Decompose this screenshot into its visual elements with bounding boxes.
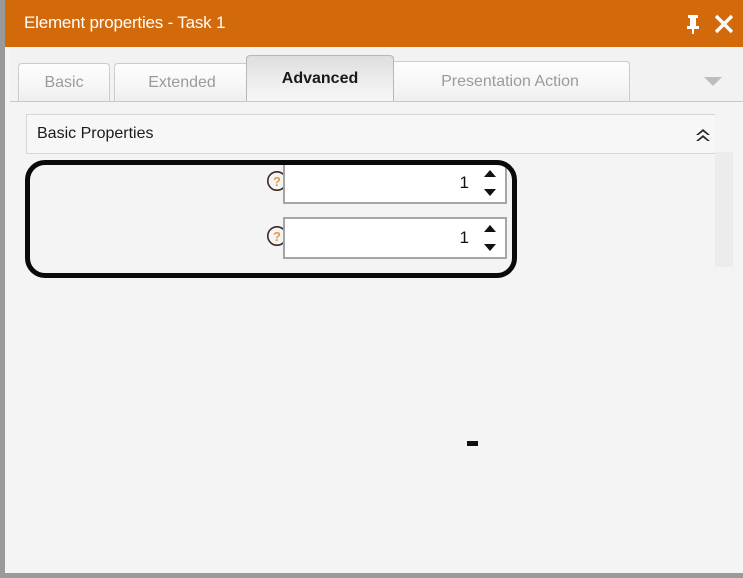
triangle-up-icon[interactable]: [479, 221, 501, 237]
completion-quantity-stepper[interactable]: 1: [283, 217, 507, 259]
window-title: Element properties - Task 1: [24, 13, 226, 32]
tab-presentation-action[interactable]: Presentation Action: [390, 61, 630, 101]
start-quantity-stepper[interactable]: 1: [283, 162, 507, 204]
double-chevron-up-icon[interactable]: [693, 126, 713, 144]
tab-extended-label: Extended: [148, 73, 216, 91]
triangle-up-icon[interactable]: [479, 166, 501, 182]
element-properties-window: Element properties - Task 1 Basic Extend…: [0, 0, 743, 578]
tab-basic-label: Basic: [44, 73, 84, 91]
vertical-scrollbar-track[interactable]: [715, 102, 733, 573]
pin-icon[interactable]: [681, 12, 705, 36]
tab-advanced-label: Advanced: [281, 69, 359, 87]
start-quantity-value[interactable]: 1: [291, 173, 469, 193]
tab-basic[interactable]: Basic: [18, 63, 110, 101]
completion-quantity-value[interactable]: 1: [291, 228, 469, 248]
completion-quantity-spin-buttons: [479, 221, 501, 255]
section-title: Basic Properties: [37, 125, 154, 142]
start-quantity-spin-buttons: [479, 166, 501, 200]
triangle-down-icon[interactable]: [479, 184, 501, 200]
triangle-down-icon[interactable]: [479, 239, 501, 255]
window-titlebar: Element properties - Task 1: [5, 0, 743, 47]
tab-presentation-action-label: Presentation Action: [441, 72, 579, 90]
tab-strip: Basic Extended Advanced Presentation Act…: [10, 47, 743, 102]
close-icon[interactable]: [712, 12, 736, 36]
tab-advanced[interactable]: Advanced: [246, 55, 394, 101]
basic-properties-section-header[interactable]: Basic Properties: [26, 114, 724, 154]
tab-extended[interactable]: Extended: [114, 63, 250, 101]
properties-panel: Basic Properties Start Quantity ?: [10, 102, 743, 573]
chevron-down-icon[interactable]: [701, 71, 725, 91]
svg-text:?: ?: [273, 229, 281, 244]
vertical-scrollbar-thumb[interactable]: [715, 152, 733, 267]
svg-text:?: ?: [273, 174, 281, 189]
cursor-artifact: [467, 441, 478, 446]
basic-properties-form: Start Quantity ? 1: [26, 155, 724, 567]
